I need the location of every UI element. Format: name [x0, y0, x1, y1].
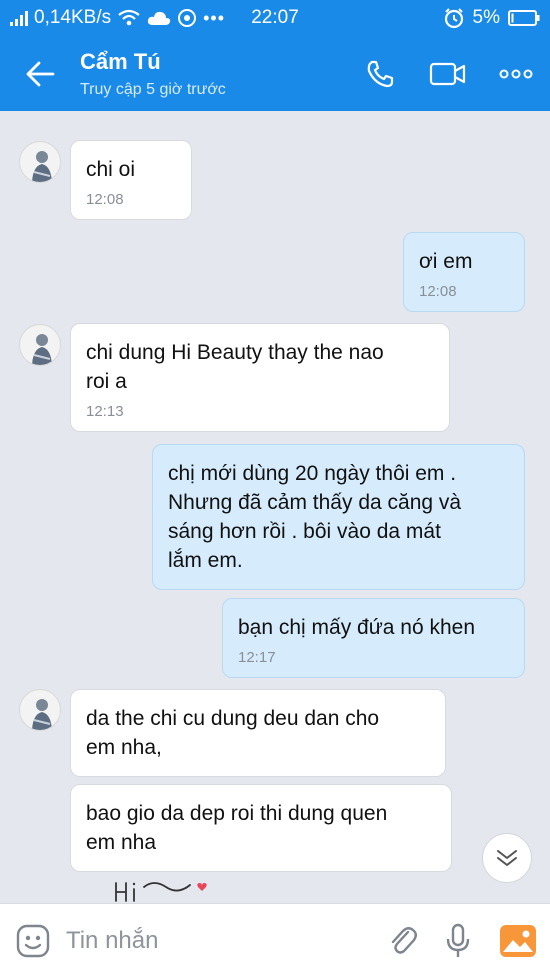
message-line: chị mới dùng 20 ngày thôi em . [168, 462, 457, 485]
more-dots-icon [499, 69, 533, 78]
hi-sticker-icon[interactable] [110, 875, 220, 903]
back-button[interactable] [0, 36, 80, 111]
phone-icon [367, 60, 394, 87]
paperclip-icon [392, 927, 418, 954]
wifi-icon [118, 9, 140, 26]
message-line: bao gio da dep roi thi dung quen [86, 802, 388, 825]
message-list[interactable]: chi oi 12:08 ơi em 12:08 chi dung Hi Bea… [0, 111, 550, 903]
alarm-icon [444, 8, 463, 29]
microphone-icon [447, 923, 470, 957]
more-options-button[interactable] [482, 36, 550, 111]
call-button[interactable] [346, 36, 414, 111]
message-line: sáng hơn rồi . bôi vào da mát [168, 520, 441, 543]
voice-button[interactable] [431, 904, 486, 978]
message-time: 12:08 [86, 191, 124, 208]
image-icon [499, 925, 536, 957]
arrow-left-icon [26, 61, 55, 86]
contact-avatar[interactable] [19, 324, 61, 366]
clock: 22:07 [251, 7, 299, 28]
chevron-double-down-icon [497, 850, 517, 866]
network-speed: 0,14KB/s [34, 7, 112, 28]
video-call-button[interactable] [414, 36, 482, 111]
emoji-button[interactable] [0, 904, 66, 978]
message-bubble-incoming[interactable]: bao gio da dep roi thi dung quen em nha [70, 784, 452, 872]
message-bubble-incoming[interactable]: chi dung Hi Beauty thay the nao roi a 12… [70, 323, 450, 432]
message-time: 12:13 [86, 403, 124, 420]
message-text: bạn chị mấy đứa nó khen [238, 616, 476, 639]
message-bubble-outgoing[interactable]: bạn chị mấy đứa nó khen 12:17 [222, 598, 525, 678]
message-composer [0, 903, 550, 978]
chat-header: Cẩm Tú Truy cập 5 giờ trước [0, 36, 550, 111]
attach-button[interactable] [376, 904, 431, 978]
message-line: em nha, [86, 736, 162, 759]
contact-name: Cẩm Tú [80, 48, 161, 74]
message-bubble-incoming[interactable]: chi oi 12:08 [70, 140, 192, 220]
signal-icon [10, 10, 28, 26]
scroll-to-bottom-button[interactable] [482, 833, 532, 883]
message-input[interactable] [65, 916, 376, 966]
message-text: ơi em [419, 250, 473, 273]
disc-icon [178, 9, 197, 27]
message-bubble-outgoing[interactable]: chị mới dùng 20 ngày thôi em . Nhưng đã … [152, 444, 525, 590]
last-seen-status: Truy cập 5 giờ trước [80, 80, 226, 98]
message-line: lắm em. [168, 549, 243, 572]
battery-percent: 5% [472, 7, 500, 28]
contact-avatar[interactable] [19, 141, 61, 183]
cloud-icon [147, 11, 171, 25]
message-text: chi oi [86, 158, 136, 181]
message-line: em nha [86, 831, 157, 854]
more-notifications-icon: ••• [203, 7, 226, 28]
emoji-icon [16, 924, 50, 958]
image-button[interactable] [486, 904, 550, 978]
status-bar: 0,14KB/s ••• 22:07 5% [0, 0, 550, 36]
message-time: 12:08 [419, 283, 457, 300]
message-line: chi dung Hi Beauty thay the nao [86, 341, 384, 364]
message-time: 12:17 [238, 649, 276, 666]
message-bubble-outgoing[interactable]: ơi em 12:08 [403, 232, 525, 312]
video-camera-icon [429, 62, 466, 85]
contact-avatar[interactable] [19, 689, 61, 731]
message-line: da the chi cu dung deu dan cho [86, 707, 380, 730]
chat-title[interactable]: Cẩm Tú Truy cập 5 giờ trước [80, 49, 346, 99]
message-line: roi a [86, 370, 127, 393]
message-bubble-incoming[interactable]: da the chi cu dung deu dan cho em nha, [70, 689, 446, 777]
battery-icon [508, 10, 540, 26]
message-line: Nhưng đã cảm thấy da căng và [168, 491, 462, 514]
